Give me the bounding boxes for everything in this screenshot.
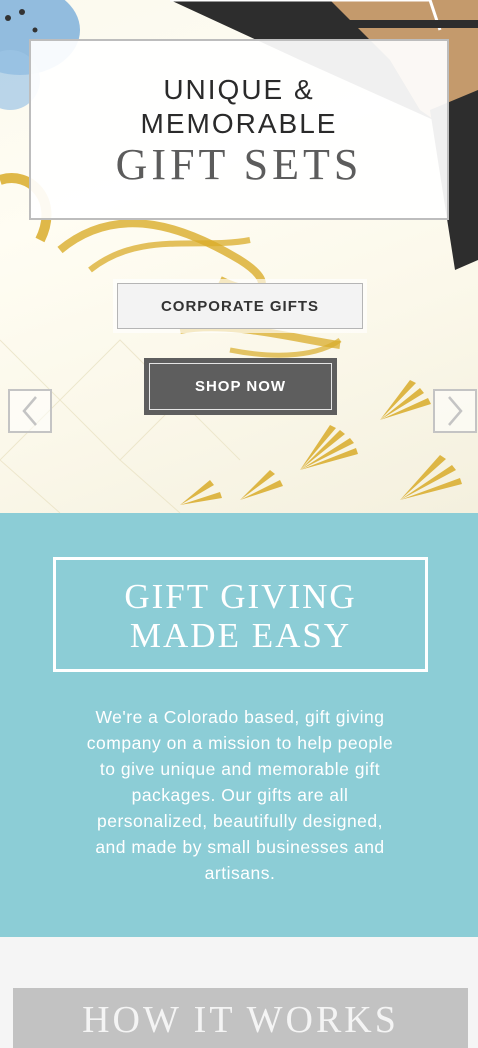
corporate-gifts-button[interactable]: CORPORATE GIFTS — [113, 279, 367, 333]
slider-next-button[interactable] — [433, 389, 477, 433]
intro-paragraph: We're a Colorado based, gift giving comp… — [50, 704, 430, 886]
shop-now-label: SHOP NOW — [149, 363, 332, 410]
intro-line: personalized, beautifully designed, — [96, 811, 383, 831]
how-it-works-title: HOW IT WORKS — [82, 999, 399, 1041]
intro-line: company on a mission to help people — [86, 733, 394, 753]
how-it-works-banner: HOW IT WORKS — [13, 988, 468, 1048]
intro-line: and made by small businesses and — [95, 837, 385, 857]
chevron-right-icon — [448, 396, 463, 426]
hero-title-line-2: MEMORABLE — [140, 108, 338, 139]
hero-slider: UNIQUE & MEMORABLE GIFT SETS CORPORATE G… — [0, 0, 478, 513]
chevron-left-icon — [22, 396, 37, 426]
intro-line: artisans. — [204, 863, 276, 883]
intro-section: GIFT GIVING MADE EASY We're a Colorado b… — [0, 513, 478, 937]
slider-prev-button[interactable] — [8, 389, 52, 433]
intro-line: to give unique and memorable gift — [99, 759, 381, 779]
corporate-gifts-label: CORPORATE GIFTS — [117, 283, 363, 329]
intro-heading-line-1: GIFT GIVING — [124, 577, 357, 616]
intro-heading-line-2: MADE EASY — [129, 616, 352, 655]
intro-line: packages. Our gifts are all — [131, 785, 349, 805]
intro-line: We're a Colorado based, gift giving — [95, 707, 385, 727]
intro-heading-box: GIFT GIVING MADE EASY — [53, 557, 428, 672]
hero-title-line-1: UNIQUE & — [163, 74, 315, 105]
shop-now-button[interactable]: SHOP NOW — [144, 358, 337, 415]
hero-title-line-3: GIFT SETS — [115, 140, 363, 189]
hero-title-box: UNIQUE & MEMORABLE GIFT SETS — [29, 39, 449, 220]
